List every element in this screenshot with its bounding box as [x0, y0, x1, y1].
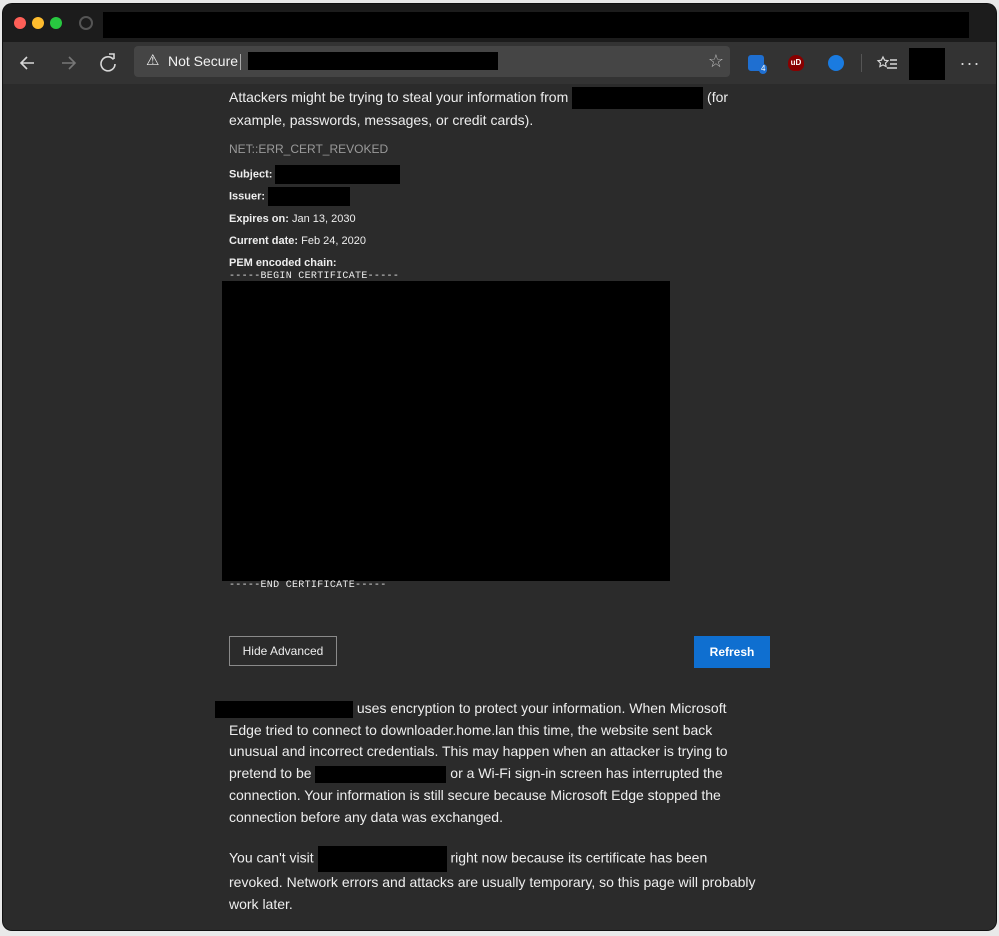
- error-page: Attackers might be trying to steal your …: [3, 84, 996, 930]
- explanation-paragraph: uses encryption to protect your informat…: [215, 698, 759, 828]
- revoked-site-redacted: [317, 846, 447, 872]
- pem-chain-redacted: [222, 281, 670, 581]
- reload-icon[interactable]: [93, 48, 123, 78]
- title-bar: [3, 4, 996, 42]
- address-bar[interactable]: ⚠ Not Secure ☆: [134, 46, 730, 77]
- warning-intro-before: Attackers might be trying to steal your …: [229, 89, 569, 105]
- warning-triangle-icon: ⚠: [146, 52, 160, 69]
- cert-current-value: Feb 24, 2020: [301, 235, 366, 247]
- url-redacted[interactable]: [248, 52, 498, 70]
- cert-current-label: Current date:: [229, 235, 299, 247]
- cert-current-date: Current date: Feb 24, 2020: [229, 234, 366, 248]
- favorites-list-icon[interactable]: [873, 48, 903, 78]
- cert-issuer-redacted: [268, 187, 351, 206]
- back-arrow-icon[interactable]: [13, 48, 43, 78]
- maximize-window-button[interactable]: [50, 17, 62, 29]
- error-code: NET::ERR_CERT_REVOKED: [229, 142, 389, 156]
- forward-arrow-icon[interactable]: [53, 48, 83, 78]
- address-separator: [240, 54, 241, 70]
- cert-expires-value: Jan 13, 2030: [291, 213, 356, 225]
- cert-pem-label-text: PEM encoded chain:: [229, 257, 337, 269]
- more-menu-icon[interactable]: ···: [955, 48, 985, 78]
- cert-issuer: Issuer:: [229, 187, 351, 206]
- cert-subject-redacted: [275, 165, 401, 184]
- browser-window: ⚠ Not Secure ☆ 4 uD ··· Attackers might …: [3, 4, 996, 930]
- explanation-site-redacted: [215, 700, 353, 718]
- security-label[interactable]: Not Secure: [168, 53, 238, 70]
- browser-toolbar: ⚠ Not Secure ☆ 4 uD ···: [3, 42, 996, 84]
- cert-expires-label: Expires on:: [229, 213, 289, 225]
- profile-avatar[interactable]: [909, 48, 945, 80]
- favorite-star-icon[interactable]: ☆: [708, 50, 724, 72]
- cert-issuer-label: Issuer:: [229, 190, 266, 203]
- cert-pem-label: PEM encoded chain:: [229, 256, 337, 270]
- tab-title-redacted[interactable]: [103, 12, 969, 38]
- blue-extension-icon[interactable]: [828, 55, 844, 71]
- refresh-button[interactable]: Refresh: [694, 636, 770, 668]
- cert-expires: Expires on: Jan 13, 2030: [229, 212, 356, 226]
- close-window-button[interactable]: [14, 17, 26, 29]
- tab-loading-icon: [79, 16, 93, 30]
- explanation-site-redacted-2: [315, 765, 447, 783]
- revoked-before: You can't visit: [229, 849, 314, 866]
- warning-intro: Attackers might be trying to steal your …: [229, 86, 759, 131]
- hide-advanced-button[interactable]: Hide Advanced: [229, 636, 337, 666]
- pem-end: -----END CERTIFICATE-----: [229, 580, 387, 591]
- cert-subject: Subject:: [229, 165, 401, 184]
- minimize-window-button[interactable]: [32, 17, 44, 29]
- site-name-redacted: [572, 87, 704, 110]
- toolbar-separator: [861, 54, 862, 72]
- revoked-paragraph: You can't visit right now because its ce…: [229, 846, 759, 915]
- bitwarden-badge: 4: [759, 64, 768, 74]
- ublock-extension-icon[interactable]: uD: [788, 55, 804, 71]
- cert-subject-label: Subject:: [229, 168, 273, 181]
